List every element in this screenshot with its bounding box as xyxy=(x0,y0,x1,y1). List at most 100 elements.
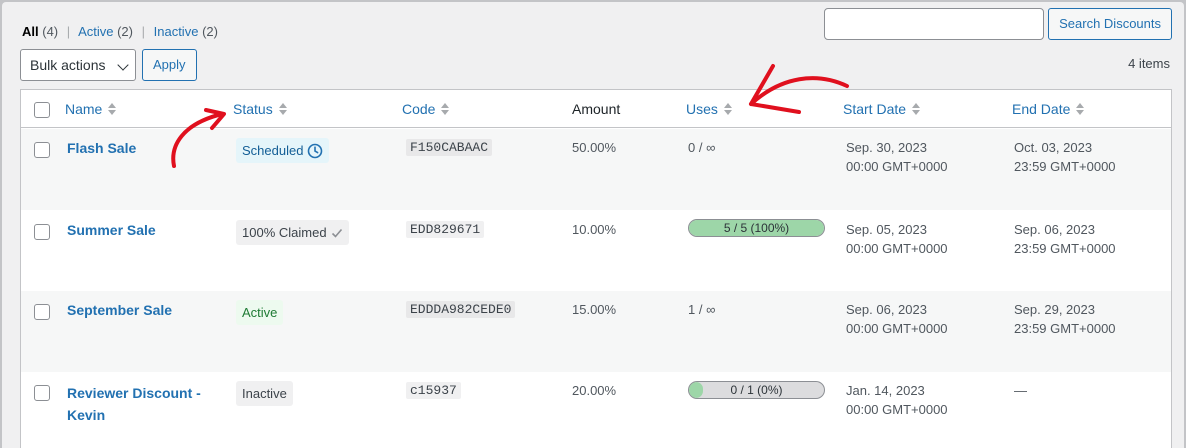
column-name-label: Name xyxy=(65,101,103,117)
end-date-cell: Oct. 03, 2023 23:59 GMT+0000 xyxy=(1014,138,1116,176)
bulk-actions-select[interactable]: Bulk actions xyxy=(20,49,136,81)
start-date: Sep. 05, 2023 xyxy=(846,222,927,237)
table-row: September Sale Active EDDDA982CEDE0 15.0… xyxy=(21,291,1171,372)
column-amount: Amount xyxy=(572,101,621,117)
start-date: Sep. 30, 2023 xyxy=(846,140,927,155)
row-checkbox[interactable] xyxy=(34,385,50,401)
column-status[interactable]: Status xyxy=(233,101,287,117)
uses-progress-bar: 0 / 1 (0%) xyxy=(688,381,825,399)
end-date: Sep. 29, 2023 xyxy=(1014,302,1095,317)
end-date-cell: — xyxy=(1014,381,1027,400)
filter-all[interactable]: All xyxy=(22,24,39,39)
start-date-cell: Sep. 06, 2023 00:00 GMT+0000 xyxy=(846,300,948,338)
status-badge-label: Scheduled xyxy=(242,143,304,158)
column-code[interactable]: Code xyxy=(402,101,450,117)
end-date: Oct. 03, 2023 xyxy=(1014,140,1093,155)
discount-name-link[interactable]: Reviewer Discount - Kevin xyxy=(67,382,201,426)
status-cell: 100% Claimed xyxy=(236,220,349,245)
uses-progress-bar: 5 / 5 (100%) xyxy=(688,219,825,237)
status-badge-label: Active xyxy=(242,305,278,320)
sort-icon xyxy=(108,103,117,115)
sort-icon xyxy=(278,103,287,115)
status-cell: Inactive xyxy=(236,381,293,406)
apply-button[interactable]: Apply xyxy=(142,49,197,81)
select-all-checkbox[interactable] xyxy=(34,102,50,118)
code-cell: EDDDA982CEDE0 xyxy=(406,299,516,319)
end-date-cell: Sep. 06, 2023 23:59 GMT+0000 xyxy=(1014,220,1116,258)
amount-cell: 15.00% xyxy=(572,302,617,317)
row-checkbox[interactable] xyxy=(34,304,50,320)
status-badge: Active xyxy=(236,300,284,325)
discount-name-link[interactable]: Flash Sale xyxy=(67,139,136,158)
start-date: Jan. 14, 2023 xyxy=(846,383,925,398)
search-discounts-button[interactable]: Search Discounts xyxy=(1048,8,1172,40)
start-time: 00:00 GMT+0000 xyxy=(846,321,948,336)
status-filters: All (4) | Active (2) | Inactive (2) xyxy=(22,24,218,39)
column-name[interactable]: Name xyxy=(65,101,117,117)
start-date-cell: Jan. 14, 2023 00:00 GMT+0000 xyxy=(846,381,948,419)
row-checkbox[interactable] xyxy=(34,142,50,158)
start-date: Sep. 06, 2023 xyxy=(846,302,927,317)
discount-name-line: Reviewer Discount - xyxy=(67,385,201,401)
column-status-label: Status xyxy=(233,101,273,117)
start-time: 00:00 GMT+0000 xyxy=(846,159,948,174)
start-time: 00:00 GMT+0000 xyxy=(846,241,948,256)
row-checkbox[interactable] xyxy=(34,224,50,240)
filter-all-count: (4) xyxy=(42,24,59,39)
uses-text: 0 / ∞ xyxy=(688,140,716,155)
column-uses[interactable]: Uses xyxy=(686,101,732,117)
filter-separator: | xyxy=(141,24,145,39)
start-date-cell: Sep. 05, 2023 00:00 GMT+0000 xyxy=(846,220,948,258)
code-cell: EDD829671 xyxy=(406,219,485,239)
start-time: 00:00 GMT+0000 xyxy=(846,402,948,417)
start-date-cell: Sep. 30, 2023 00:00 GMT+0000 xyxy=(846,138,948,176)
discount-code: c15937 xyxy=(406,382,461,399)
filter-separator: | xyxy=(66,24,71,39)
filter-active[interactable]: Active xyxy=(78,24,113,39)
uses-progress-label: 0 / 1 (0%) xyxy=(730,383,783,397)
amount-cell: 20.00% xyxy=(572,383,617,398)
column-uses-label: Uses xyxy=(686,101,718,117)
discount-code: F150CABAAC xyxy=(406,139,493,156)
table-row: Flash Sale Scheduled F150CABAAC 50.00% 0… xyxy=(21,129,1171,210)
end-date: — xyxy=(1014,383,1027,398)
column-start-date-label: Start Date xyxy=(843,101,907,117)
status-badge: Scheduled xyxy=(236,138,330,163)
checkmark-icon xyxy=(331,228,342,238)
status-badge-label: 100% Claimed xyxy=(242,225,327,240)
status-badge: 100% Claimed xyxy=(236,220,349,245)
filter-inactive-label: Inactive xyxy=(153,24,199,39)
chevron-down-icon xyxy=(117,59,129,71)
status-cell: Scheduled xyxy=(236,138,330,163)
uses-progress-label: 5 / 5 (100%) xyxy=(723,221,790,235)
discount-code: EDD829671 xyxy=(406,221,485,238)
discount-name-link[interactable]: Summer Sale xyxy=(67,221,156,240)
clock-icon xyxy=(308,143,323,158)
discounts-screen: All (4) | Active (2) | Inactive (2) Sear… xyxy=(2,2,1184,448)
items-count: 4 items xyxy=(1128,56,1170,71)
table-header: Name Status Code Amount Uses Start Date … xyxy=(21,90,1171,128)
end-date: Sep. 06, 2023 xyxy=(1014,222,1095,237)
filter-all-label: All xyxy=(22,24,39,39)
status-cell: Active xyxy=(236,300,284,325)
search-box: Search Discounts xyxy=(824,8,1172,40)
sort-icon xyxy=(912,103,921,115)
end-time: 23:59 GMT+0000 xyxy=(1014,241,1116,256)
table-row: Reviewer Discount - Kevin Inactive c1593… xyxy=(21,372,1171,448)
column-start-date[interactable]: Start Date xyxy=(843,101,921,117)
end-time: 23:59 GMT+0000 xyxy=(1014,159,1116,174)
discount-name-link[interactable]: September Sale xyxy=(67,301,172,320)
uses-text: 1 / ∞ xyxy=(688,302,716,317)
column-end-date[interactable]: End Date xyxy=(1012,101,1085,117)
sort-icon xyxy=(1076,103,1085,115)
sort-icon xyxy=(441,103,450,115)
filter-inactive[interactable]: Inactive xyxy=(154,24,199,39)
status-badge-label: Inactive xyxy=(242,386,287,401)
filter-active-count: (2) xyxy=(117,24,133,39)
search-input[interactable] xyxy=(824,8,1045,40)
discount-name-line: Kevin xyxy=(67,407,106,423)
end-time: 23:59 GMT+0000 xyxy=(1014,321,1116,336)
amount-cell: 50.00% xyxy=(572,140,617,155)
code-cell: F150CABAAC xyxy=(406,137,493,157)
table-row: Summer Sale 100% Claimed EDD829671 10.00… xyxy=(21,210,1171,291)
